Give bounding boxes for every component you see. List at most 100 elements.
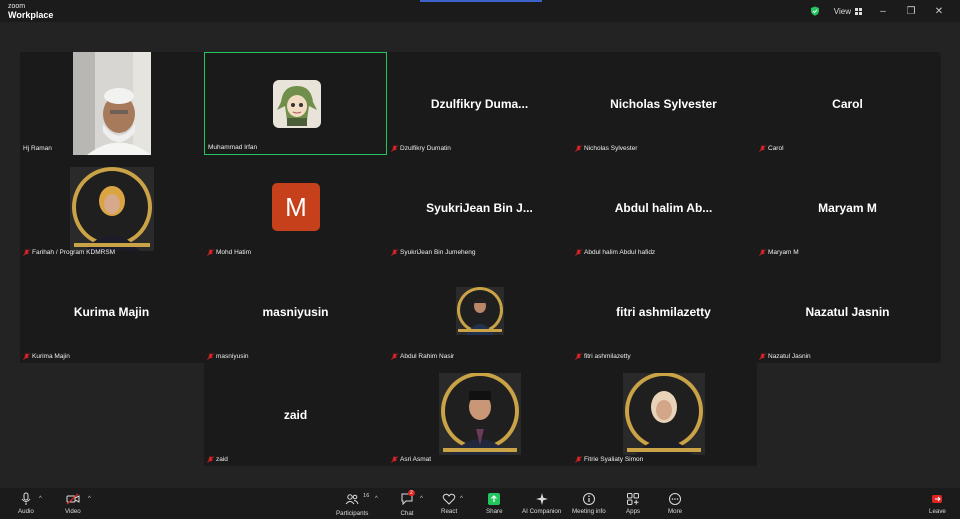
participant-tile[interactable]: Dzulfikry Duma... Dzulfikry Dumatin — [388, 52, 571, 155]
participant-photo — [456, 287, 504, 335]
microphone-icon — [21, 492, 31, 505]
mic-muted-icon — [207, 249, 214, 256]
video-grid: Hj Raman Muhammad Irfan Dzulfikry Duma..… — [20, 52, 941, 363]
participant-tile[interactable]: M Mohd Hatim — [204, 156, 387, 259]
name-text: Kurima Majin — [32, 353, 70, 360]
video-button[interactable]: Video — [65, 492, 81, 515]
grid-icon — [855, 7, 862, 15]
view-button[interactable]: View — [834, 7, 862, 16]
participant-name: Muhammad Irfan — [208, 144, 257, 151]
react-caret-icon[interactable]: ^ — [460, 496, 463, 502]
video-grid-bottom-row: zaid zaid Asri Asmat Fitrie Syaliaty Sim… — [204, 363, 757, 466]
restore-icon[interactable]: ❐ — [904, 6, 918, 17]
participant-tile-active[interactable]: Muhammad Irfan — [204, 52, 387, 155]
name-text: Hj Raman — [23, 145, 52, 152]
minimize-icon[interactable]: – — [876, 6, 890, 17]
audio-options-caret-icon[interactable]: ^ — [39, 496, 42, 502]
participant-tile[interactable]: masniyusin masniyusin — [204, 260, 387, 363]
participant-tile[interactable]: Asri Asmat — [388, 363, 571, 466]
participant-tile[interactable]: SyukriJean Bin J... SyukriJean Bin Jumeh… — [388, 156, 571, 259]
sparkle-icon — [535, 493, 548, 505]
participant-tile[interactable]: Nazatul Jasnin Nazatul Jasnin — [756, 260, 939, 363]
name-text: masniyusin — [216, 353, 249, 360]
share-screen-icon — [488, 493, 501, 505]
participant-name: Fitrie Syaliaty Simon — [575, 456, 643, 463]
mic-muted-icon — [391, 145, 398, 152]
shield-icon[interactable] — [810, 6, 820, 16]
participant-name: Carol — [759, 145, 784, 152]
participant-tile[interactable]: Nicholas Sylvester Nicholas Sylvester — [572, 52, 755, 155]
react-button[interactable]: React — [441, 492, 457, 515]
chat-caret-icon[interactable]: ^ — [420, 496, 423, 502]
video-options-caret-icon[interactable]: ^ — [88, 496, 91, 502]
name-text: Carol — [768, 145, 784, 152]
participant-name: Hj Raman — [23, 145, 52, 152]
mic-muted-icon — [575, 145, 582, 152]
participant-tile[interactable]: Abdul halim Ab... Abdul halim Abdul hafi… — [572, 156, 755, 259]
name-text: Fitrie Syaliaty Simon — [584, 456, 644, 463]
participant-tile[interactable]: Kurima Majin Kurima Majin — [20, 260, 203, 363]
mic-muted-icon — [207, 456, 214, 463]
participant-display-name: Maryam M — [818, 200, 877, 215]
share-label: Share — [486, 508, 503, 515]
participant-name: zaid — [207, 456, 228, 463]
participant-display-name: Carol — [832, 96, 863, 111]
chat-button[interactable]: 2 Chat — [400, 490, 415, 517]
participant-tile[interactable]: Abdul Rahim Nasir — [388, 260, 571, 363]
participant-letter-avatar: M — [272, 183, 320, 231]
mic-muted-icon — [759, 249, 766, 256]
participants-icon — [345, 494, 359, 505]
video-label: Video — [65, 508, 81, 515]
mic-muted-icon — [575, 249, 582, 256]
meeting-toolbar: Audio ^ Video ^ 16 Participants ^ 2 Chat… — [0, 488, 960, 519]
share-button[interactable]: Share — [486, 492, 503, 515]
apps-button[interactable]: Apps — [626, 492, 640, 515]
participant-tile[interactable]: Maryam M Maryam M — [756, 156, 939, 259]
participant-tile[interactable]: Fitrie Syaliaty Simon — [572, 363, 755, 466]
mic-muted-icon — [391, 456, 398, 463]
more-button[interactable]: More — [668, 492, 682, 515]
participant-avatar — [273, 80, 321, 128]
participant-name: Nicholas Sylvester — [575, 145, 637, 152]
participant-video — [73, 52, 151, 155]
brand-name: Workplace — [8, 10, 54, 20]
more-label: More — [668, 508, 683, 515]
name-text: fitri ashmilazetty — [584, 353, 631, 360]
participant-display-name: Kurima Majin — [73, 304, 150, 319]
participant-tile[interactable]: fitri ashmilazetty fitri ashmilazetty — [572, 260, 755, 363]
meeting-info-button[interactable]: Meeting info — [572, 492, 606, 515]
close-icon[interactable]: ✕ — [932, 6, 946, 17]
participant-photo — [623, 373, 705, 455]
mic-muted-icon — [391, 353, 398, 360]
participants-button[interactable]: 16 Participants — [336, 492, 369, 517]
name-text: Abdul Rahim Nasir — [400, 353, 455, 360]
participant-display-name: Dzulfikry Duma... — [430, 96, 529, 111]
participant-name: Dzulfikry Dumatin — [391, 145, 451, 152]
name-text: Abdul halim Abdul hafidz — [584, 249, 656, 256]
mic-muted-icon — [759, 353, 766, 360]
chat-label: Chat — [400, 510, 414, 517]
mic-muted-icon — [575, 353, 582, 360]
participant-name: fitri ashmilazetty — [575, 353, 631, 360]
name-text: SyukriJean Bin Jumeheng — [400, 249, 476, 256]
participant-name: Maryam M — [759, 249, 799, 256]
meeting-info-label: Meeting info — [572, 508, 606, 515]
name-text: Mohd Hatim — [216, 249, 252, 256]
mic-muted-icon — [23, 249, 30, 256]
mic-muted-icon — [575, 456, 582, 463]
audio-button[interactable]: Audio — [18, 492, 34, 515]
participant-tile[interactable]: Hj Raman — [20, 52, 203, 155]
chat-badge: 2 — [408, 490, 415, 496]
leave-button[interactable]: Leave — [929, 492, 946, 515]
app-logo: zoom Workplace — [8, 2, 53, 20]
view-label: View — [833, 6, 851, 16]
ai-companion-label: AI Companion — [522, 508, 562, 515]
participants-caret-icon[interactable]: ^ — [375, 496, 378, 502]
participant-tile[interactable]: zaid zaid — [204, 363, 387, 466]
apps-label: Apps — [626, 508, 641, 515]
participant-tile[interactable]: Carol Carol — [756, 52, 939, 155]
ai-companion-button[interactable]: AI Companion — [522, 492, 561, 515]
participant-display-name: zaid — [283, 407, 308, 422]
participant-tile[interactable]: Farihah / Program KDMRSM — [20, 156, 203, 259]
participant-display-name: Nazatul Jasnin — [805, 304, 890, 319]
